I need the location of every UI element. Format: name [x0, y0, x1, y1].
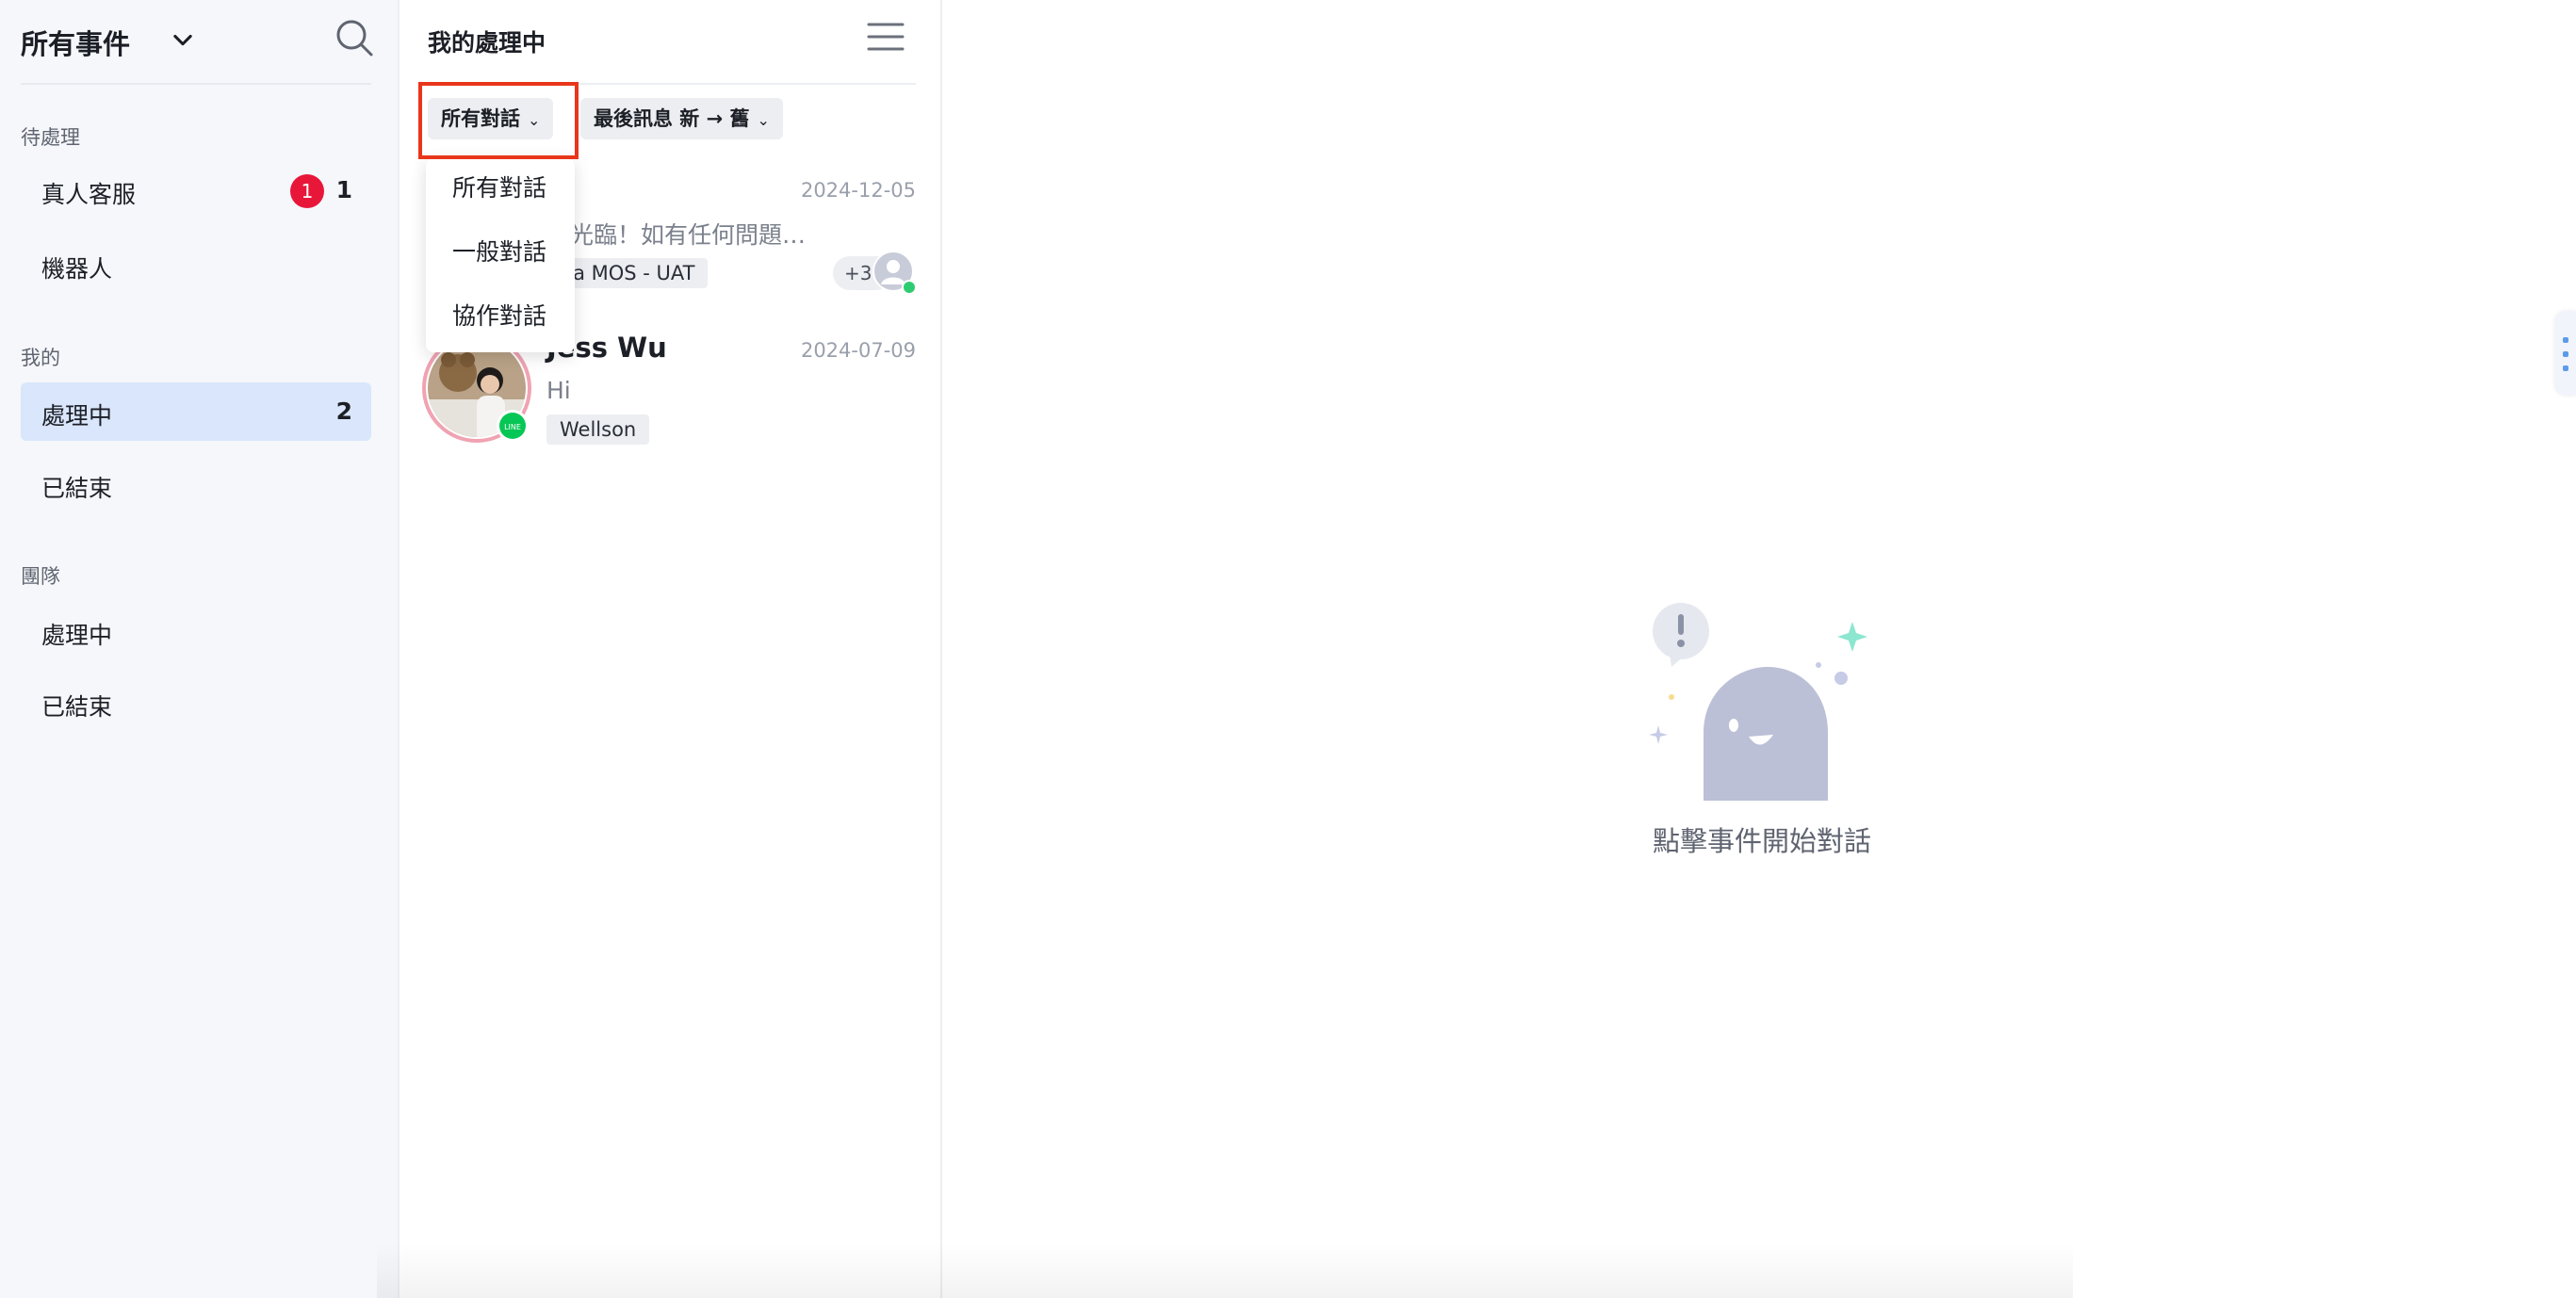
line-channel-icon: LINE: [504, 423, 521, 431]
side-panel-toggle[interactable]: [2555, 311, 2576, 396]
chevron-down-icon: ⌄: [757, 111, 770, 129]
last-message: Hi: [546, 377, 571, 404]
menu-item-general[interactable]: 一般對話: [452, 234, 546, 268]
sidebar: 所有事件 待處理 真人客服 1 1 機器人 我的 處理中 2 已結束 團隊 處理…: [0, 0, 399, 1298]
section-mine: 我的: [21, 347, 60, 369]
filter-type-dropdown[interactable]: 所有對話 ⌄: [428, 98, 554, 139]
conversation-item[interactable]: LINE Jess Wu 2024-07-09 Hi Wellson: [399, 332, 940, 492]
last-message: 迎光臨！如有任何問題…: [546, 221, 807, 249]
sidebar-item-label: 已結束: [41, 475, 113, 502]
filter-type-label: 所有對話: [441, 107, 520, 130]
sidebar-header: 所有事件: [21, 17, 375, 66]
chat-area: 點擊事件開始對話: [942, 0, 2576, 1298]
menu-icon[interactable]: [867, 21, 905, 53]
agent-avatar-icon: [872, 251, 916, 294]
sidebar-divider: [21, 83, 371, 85]
filter-sort-dropdown[interactable]: 最後訊息 新 → 舊 ⌄: [580, 98, 783, 139]
list-divider: [428, 83, 916, 85]
chevron-down-icon[interactable]: [170, 26, 196, 53]
sidebar-item-label: 真人客服: [41, 181, 137, 208]
chevron-down-icon: ⌄: [528, 111, 541, 129]
sidebar-title[interactable]: 所有事件: [21, 23, 130, 62]
filter-type-menu: 所有對話 一般對話 協作對話: [426, 158, 575, 352]
menu-item-collab[interactable]: 協作對話: [452, 298, 546, 332]
sidebar-item-my-closed[interactable]: 已結束: [21, 455, 371, 513]
sidebar-item-count: 2: [335, 398, 352, 425]
section-pending: 待處理: [21, 126, 80, 149]
section-team: 團隊: [21, 565, 60, 588]
sidebar-item-my-processing[interactable]: 處理中 2: [21, 382, 371, 441]
menu-item-all[interactable]: 所有對話: [452, 170, 546, 203]
list-title: 我的處理中: [428, 29, 546, 57]
inbox-tag: Wellson: [546, 414, 650, 445]
sidebar-item-label: 已結束: [41, 693, 113, 721]
filter-sort-label: 最後訊息 新 → 舊: [594, 107, 750, 130]
sidebar-item-team-closed[interactable]: 已結束: [21, 673, 371, 732]
sidebar-item-bot[interactable]: 機器人: [21, 235, 371, 294]
unread-badge: 1: [290, 174, 324, 208]
sidebar-item-human-agent[interactable]: 真人客服 1 1: [21, 161, 371, 219]
search-icon[interactable]: [334, 17, 375, 58]
conversation-date: 2024-12-05: [800, 179, 916, 202]
sidebar-item-label: 處理中: [41, 402, 113, 430]
conversation-date: 2024-07-09: [800, 339, 916, 362]
sidebar-item-count: 1: [335, 176, 352, 203]
empty-state-ghost-icon: [1649, 603, 1867, 801]
sidebar-item-label: 機器人: [41, 255, 113, 283]
empty-state-text: 點擊事件開始對話: [1652, 825, 1871, 857]
sidebar-item-label: 處理中: [41, 622, 113, 649]
sidebar-item-team-processing[interactable]: 處理中: [21, 602, 371, 660]
handle-dots-icon: [2563, 337, 2568, 371]
